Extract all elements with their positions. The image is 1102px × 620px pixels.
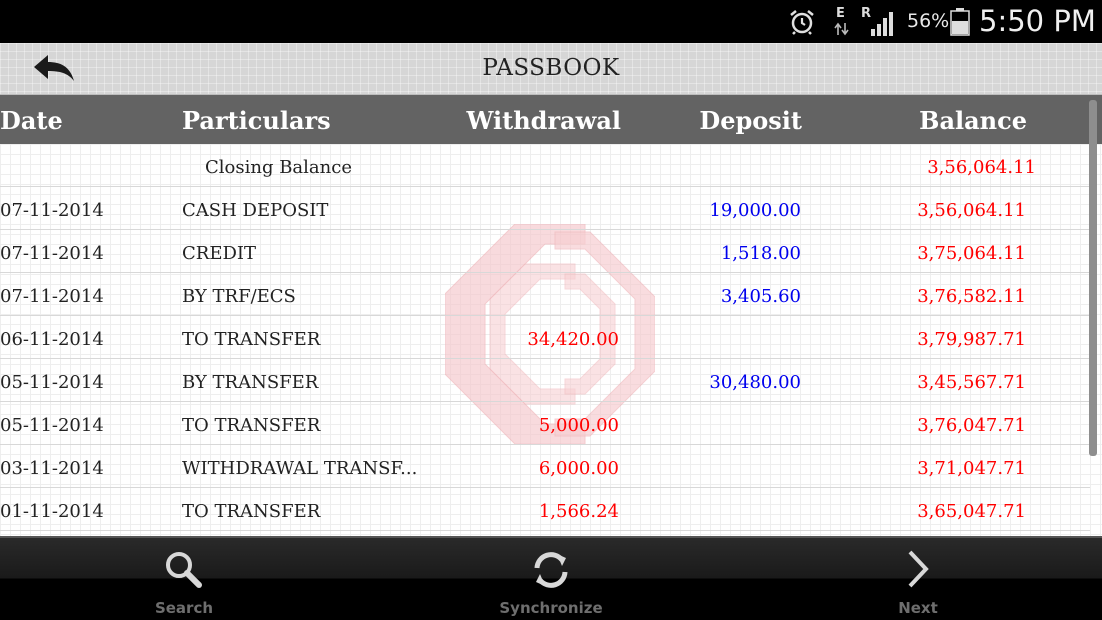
- row-date: 06-11-2014: [0, 329, 104, 350]
- table-row[interactable]: 06-11-2014 TO TRANSFER 34,420.00 3,79,98…: [0, 316, 1090, 359]
- network-letter-e: E: [836, 6, 845, 21]
- clock: 5:50 PM: [979, 4, 1096, 38]
- table-row[interactable]: 05-11-2014 TO TRANSFER 5,000.00 3,76,047…: [0, 402, 1090, 445]
- closing-balance-row: Closing Balance 3,56,064.11: [0, 144, 1090, 187]
- closing-balance-label: Closing Balance: [205, 157, 352, 178]
- row-particulars: CASH DEPOSIT: [182, 200, 329, 221]
- title-bar: PASSBOOK: [0, 43, 1102, 95]
- row-date: 07-11-2014: [0, 243, 104, 264]
- row-particulars: WITHDRAWAL TRANSF...: [182, 458, 418, 479]
- table-row[interactable]: 07-11-2014 CREDIT 1,518.00 3,75,064.11: [0, 230, 1090, 273]
- synchronize-label: Synchronize: [499, 599, 603, 617]
- sync-icon: [534, 552, 568, 588]
- row-particulars: CREDIT: [182, 243, 257, 264]
- row-particulars: TO TRANSFER: [182, 415, 321, 436]
- row-deposit: 1,518.00: [720, 243, 801, 264]
- table-row[interactable]: 01-11-2014 TO TRANSFER 1,566.24 3,65,047…: [0, 488, 1090, 531]
- next-label: Next: [898, 599, 938, 617]
- network-indicator: E R: [832, 6, 898, 38]
- transaction-table[interactable]: Closing Balance 3,56,064.11 07-11-2014 C…: [0, 144, 1102, 536]
- row-withdrawal: 1,566.24: [538, 501, 619, 522]
- chevron-right-icon: [908, 550, 929, 588]
- row-particulars: TO TRANSFER: [182, 501, 321, 522]
- battery-percent: 56%: [907, 10, 950, 32]
- search-icon: [166, 552, 202, 588]
- search-button[interactable]: Search: [84, 538, 284, 620]
- column-header-deposit: Deposit: [699, 106, 802, 135]
- next-button[interactable]: Next: [818, 538, 1018, 620]
- signal-icon: [871, 12, 893, 36]
- row-date: 07-11-2014: [0, 286, 104, 307]
- page-title: PASSBOOK: [482, 55, 620, 81]
- row-balance: 3,76,582.11: [917, 286, 1026, 307]
- row-particulars: BY TRANSFER: [182, 372, 319, 393]
- closing-balance-value: 3,56,064.11: [927, 157, 1036, 178]
- table-row[interactable]: 07-11-2014 CASH DEPOSIT 19,000.00 3,56,0…: [0, 187, 1090, 230]
- row-date: 05-11-2014: [0, 415, 104, 436]
- table-header: Date Particulars Withdrawal Deposit Bala…: [0, 95, 1102, 144]
- synchronize-button[interactable]: Synchronize: [451, 538, 651, 620]
- row-date: 07-11-2014: [0, 200, 104, 221]
- row-date: 05-11-2014: [0, 372, 104, 393]
- row-balance: 3,65,047.71: [917, 501, 1026, 522]
- row-particulars: TO TRANSFER: [182, 329, 321, 350]
- row-withdrawal: 5,000.00: [538, 415, 619, 436]
- row-deposit: 30,480.00: [709, 372, 801, 393]
- table-row[interactable]: 07-11-2014 BY TRF/ECS 3,405.60 3,76,582.…: [0, 273, 1090, 316]
- column-header-date: Date: [0, 106, 63, 135]
- row-balance: 3,75,064.11: [917, 243, 1026, 264]
- row-balance: 3,76,047.71: [917, 415, 1026, 436]
- row-deposit: 3,405.60: [720, 286, 801, 307]
- row-deposit: 19,000.00: [709, 200, 801, 221]
- table-scrollbar[interactable]: [1089, 100, 1097, 456]
- bottom-nav: Search Synchronize Next: [0, 536, 1102, 620]
- row-balance: 3,71,047.71: [917, 458, 1026, 479]
- column-header-balance: Balance: [919, 106, 1027, 135]
- column-header-withdrawal: Withdrawal: [466, 106, 622, 135]
- battery-icon: [950, 8, 970, 36]
- search-label: Search: [154, 599, 214, 617]
- column-header-particulars: Particulars: [182, 106, 331, 135]
- status-bar: E R 56% 5:50 PM: [0, 0, 1102, 43]
- data-arrows-icon: [834, 22, 849, 36]
- row-date: 01-11-2014: [0, 501, 104, 522]
- table-row[interactable]: 05-11-2014 BY TRANSFER 30,480.00 3,45,56…: [0, 359, 1090, 402]
- table-row[interactable]: 03-11-2014 WITHDRAWAL TRANSF... 6,000.00…: [0, 445, 1090, 488]
- row-balance: 3,56,064.11: [917, 200, 1026, 221]
- row-balance: 3,79,987.71: [917, 329, 1026, 350]
- row-withdrawal: 34,420.00: [527, 329, 619, 350]
- row-balance: 3,45,567.71: [917, 372, 1026, 393]
- row-withdrawal: 6,000.00: [538, 458, 619, 479]
- row-date: 03-11-2014: [0, 458, 104, 479]
- alarm-icon: [790, 10, 814, 35]
- row-particulars: BY TRF/ECS: [182, 286, 296, 307]
